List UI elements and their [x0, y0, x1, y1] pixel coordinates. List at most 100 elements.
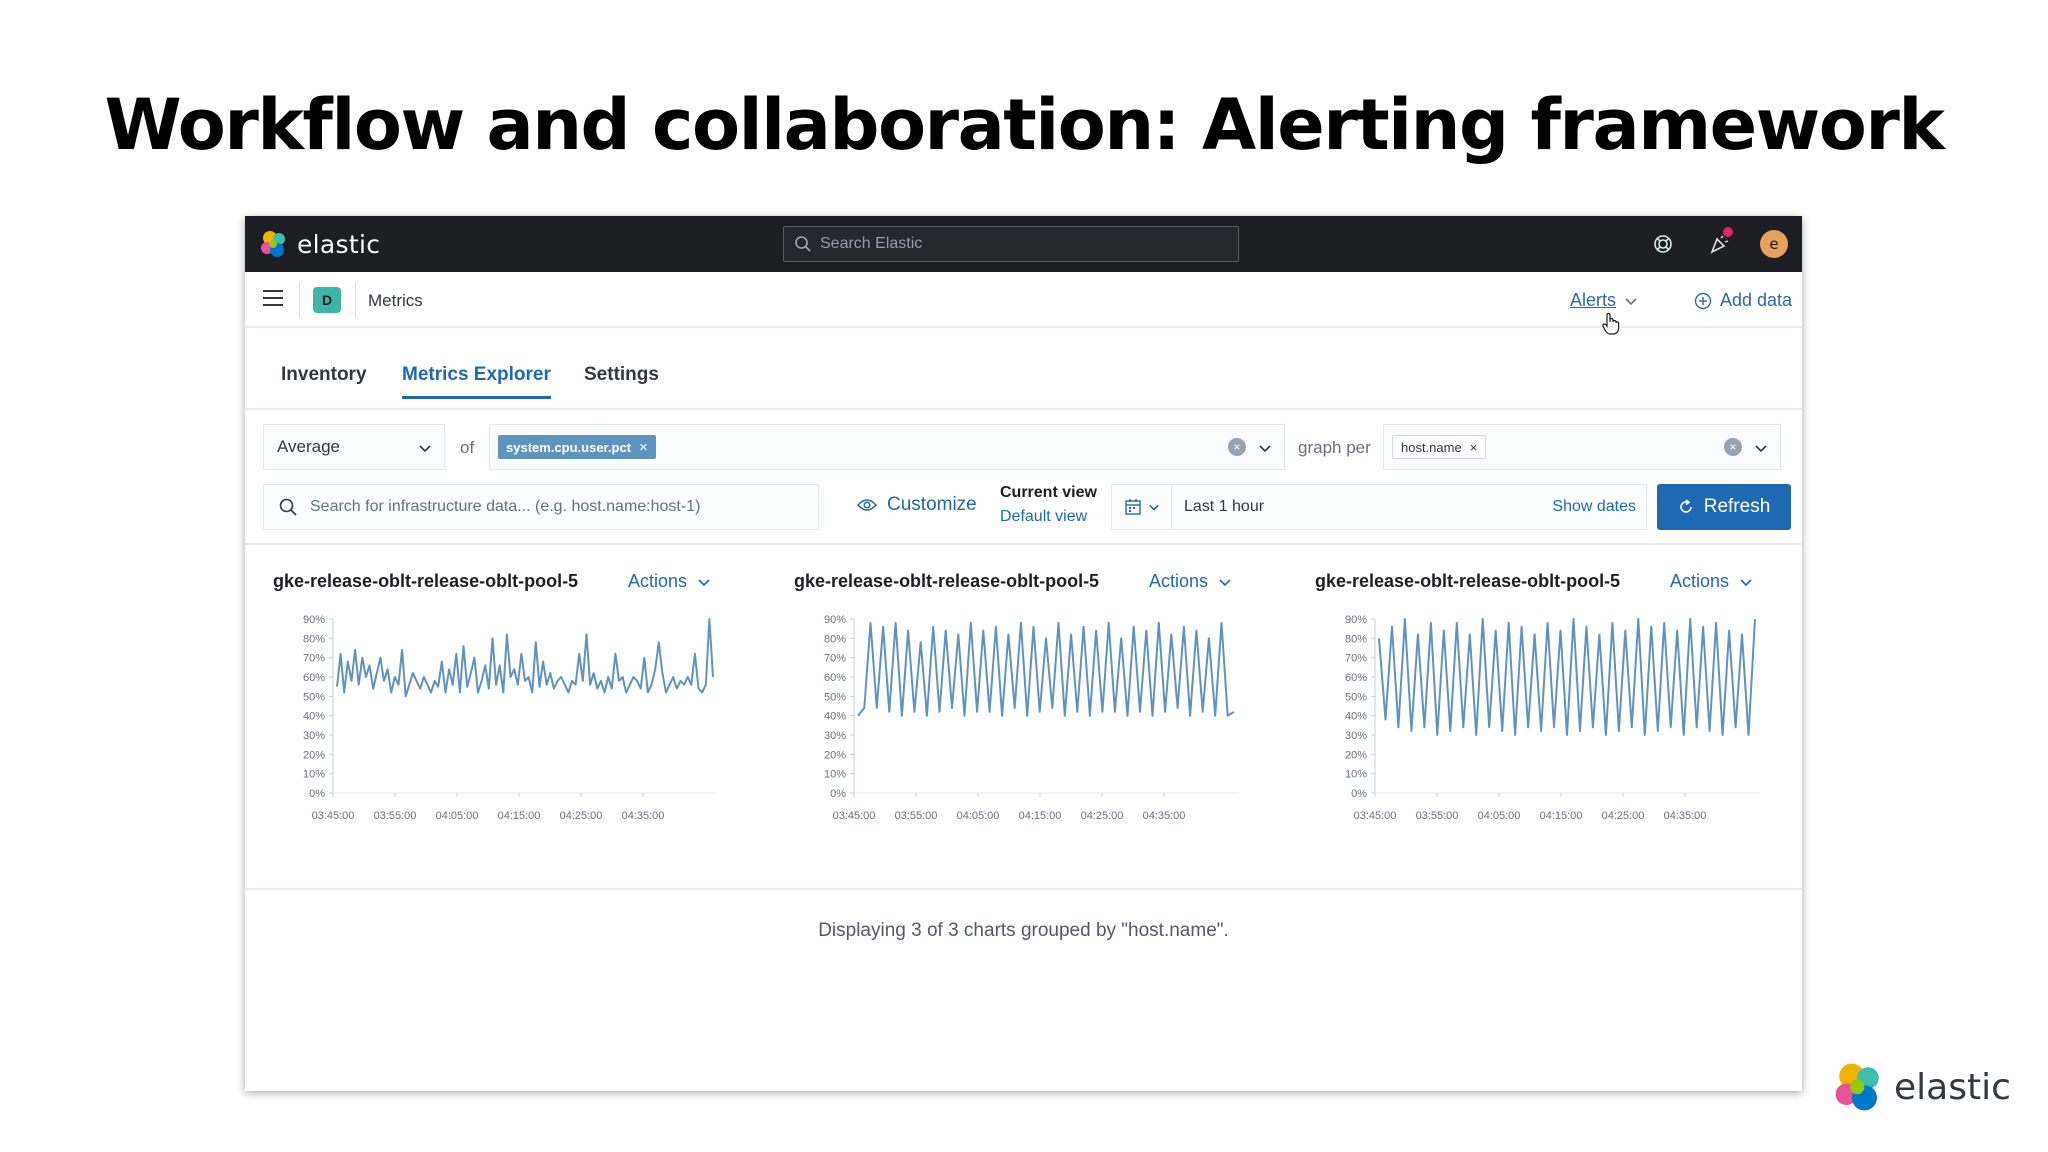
divider	[245, 888, 1802, 890]
search-icon	[795, 236, 811, 252]
metric-combobox[interactable]: system.cpu.user.pct × ×	[489, 424, 1285, 470]
x-tick-label: 04:35:00	[1664, 810, 1707, 822]
y-tick-label: 90%	[303, 614, 325, 626]
metric-line-chart: 0% 10% 20% 30% 40% 50% 60% 70% 80% 90% 03:45:00 03:…	[303, 614, 718, 822]
chart-title: gke-release-oblt-release-oblt-pool-5	[273, 571, 579, 591]
metric-line-chart: 0% 10% 20% 30% 40% 50% 60% 70% 80% 90% 03:45:00 03:…	[1345, 614, 1760, 822]
time-range-value[interactable]: Last 1 hour	[1184, 498, 1264, 516]
menu-toggle-icon[interactable]	[263, 290, 283, 310]
refresh-button[interactable]: Refresh	[1657, 484, 1791, 530]
chart-title: gke-release-oblt-release-oblt-pool-5	[794, 571, 1100, 591]
refresh-label: Refresh	[1703, 496, 1771, 517]
saved-view-selector[interactable]: Current view Default view	[1000, 484, 1097, 526]
search-icon	[279, 498, 297, 516]
metric-pill-label: system.cpu.user.pct	[506, 439, 631, 455]
header-bar: elastic Search Elastic e	[245, 216, 1802, 272]
chevron-down-icon	[1219, 578, 1231, 586]
clear-icon[interactable]: ×	[1724, 438, 1742, 456]
aggregation-select[interactable]: Average	[263, 424, 445, 470]
x-tick-label: 04:25:00	[560, 810, 603, 822]
y-tick-label: 40%	[1345, 711, 1367, 723]
space-avatar[interactable]: D	[313, 287, 341, 313]
chevron-down-icon	[1625, 297, 1637, 305]
group-pill: host.name ×	[1392, 435, 1487, 459]
series-line	[857, 621, 1235, 717]
alerts-label: Alerts	[1569, 290, 1616, 310]
y-tick-label: 80%	[1345, 633, 1367, 645]
divider	[245, 543, 1802, 545]
breadcrumb[interactable]: Metrics	[368, 291, 423, 311]
help-lifebuoy-icon	[1654, 235, 1672, 253]
help-button[interactable]	[1648, 229, 1678, 259]
graph-per-label: graph per	[1298, 438, 1371, 457]
metric-line-chart: 0% 10% 20% 30% 40% 50% 60% 70% 80% 90% 03:45:00 03:…	[824, 614, 1239, 822]
elastic-home-link[interactable]: elastic	[259, 229, 380, 259]
x-tick-label: 04:05:00	[1478, 810, 1521, 822]
customize-button[interactable]: Customize	[857, 494, 977, 516]
series-line	[1378, 618, 1756, 736]
infrastructure-search[interactable]	[263, 484, 819, 530]
chevron-down-icon	[419, 445, 431, 453]
tab-metrics-explorer[interactable]: Metrics Explorer	[402, 364, 551, 399]
tab-inventory[interactable]: Inventory	[281, 364, 367, 396]
chart-actions-button[interactable]: Actions	[628, 571, 711, 592]
y-tick-label: 60%	[303, 672, 325, 684]
x-tick-label: 03:45:00	[312, 810, 355, 822]
y-tick-label: 20%	[1345, 749, 1367, 761]
x-tick-label: 03:55:00	[374, 810, 417, 822]
x-tick-label: 04:35:00	[1143, 810, 1186, 822]
chart-actions-label: Actions	[1149, 571, 1209, 591]
show-dates-link[interactable]: Show dates	[1552, 498, 1636, 516]
global-search[interactable]	[783, 226, 1239, 262]
kibana-window: elastic Search Elastic e D Metrics Alert…	[245, 216, 1802, 1091]
default-view-link[interactable]: Default view	[1000, 508, 1097, 526]
chart-actions-button[interactable]: Actions	[1670, 571, 1753, 592]
x-tick-label: 03:55:00	[1416, 810, 1459, 822]
eye-icon	[857, 499, 877, 511]
current-view-label: Current view	[1000, 484, 1097, 501]
chevron-down-icon	[698, 578, 710, 586]
chart-card: gke-release-oblt-release-oblt-pool-5 Act…	[794, 571, 1294, 851]
chevron-down-icon	[1148, 504, 1159, 511]
chart-card: gke-release-oblt-release-oblt-pool-5 Act…	[1315, 571, 1802, 851]
clear-icon[interactable]: ×	[1228, 438, 1246, 456]
user-avatar[interactable]: e	[1760, 230, 1788, 258]
y-tick-label: 80%	[303, 633, 325, 645]
x-tick-label: 04:25:00	[1081, 810, 1124, 822]
brand-name: elastic	[297, 229, 381, 259]
chart-actions-button[interactable]: Actions	[1149, 571, 1232, 592]
y-tick-label: 60%	[1345, 672, 1367, 684]
global-search-input[interactable]	[820, 235, 1220, 253]
alerts-menu-button[interactable]: Alerts	[1570, 290, 1638, 311]
y-tick-label: 0%	[830, 788, 846, 800]
y-tick-label: 50%	[824, 691, 846, 703]
chevron-down-icon[interactable]	[1754, 441, 1768, 455]
date-picker: Last 1 hour Show dates	[1111, 484, 1647, 530]
infrastructure-search-input[interactable]	[310, 498, 810, 516]
calendar-icon	[1124, 499, 1141, 515]
x-tick-label: 04:05:00	[957, 810, 1000, 822]
x-tick-label: 04:15:00	[1019, 810, 1062, 822]
chart-actions-label: Actions	[1670, 571, 1730, 591]
y-tick-label: 40%	[824, 711, 846, 723]
refresh-icon	[1679, 499, 1692, 513]
add-data-button[interactable]: Add data	[1694, 290, 1792, 311]
news-feed-button[interactable]	[1704, 227, 1734, 259]
plus-circle-icon	[1694, 292, 1712, 309]
quick-select-button[interactable]	[1112, 485, 1172, 529]
y-tick-label: 10%	[824, 769, 846, 781]
y-tick-label: 70%	[303, 653, 325, 665]
remove-pill-icon[interactable]: ×	[639, 439, 648, 456]
y-tick-label: 0%	[1351, 788, 1367, 800]
tab-settings[interactable]: Settings	[584, 364, 659, 396]
customize-label: Customize	[887, 494, 977, 515]
y-tick-label: 10%	[303, 769, 325, 781]
y-tick-label: 70%	[1345, 653, 1367, 665]
group-by-combobox[interactable]: host.name × ×	[1383, 424, 1781, 470]
y-tick-label: 80%	[824, 633, 846, 645]
chevron-down-icon[interactable]	[1258, 441, 1272, 455]
remove-pill-icon[interactable]: ×	[1470, 440, 1478, 455]
y-tick-label: 30%	[824, 730, 846, 742]
y-tick-label: 40%	[303, 711, 325, 723]
x-tick-label: 04:05:00	[436, 810, 479, 822]
